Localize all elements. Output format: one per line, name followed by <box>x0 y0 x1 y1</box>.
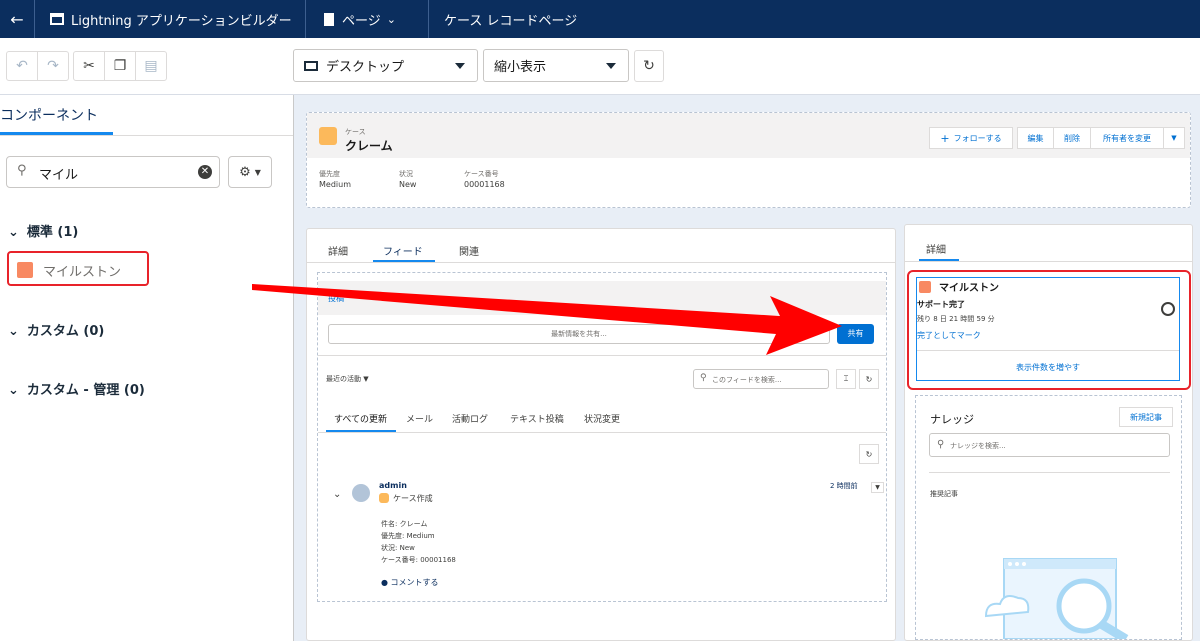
annotation-arrow <box>252 284 842 355</box>
